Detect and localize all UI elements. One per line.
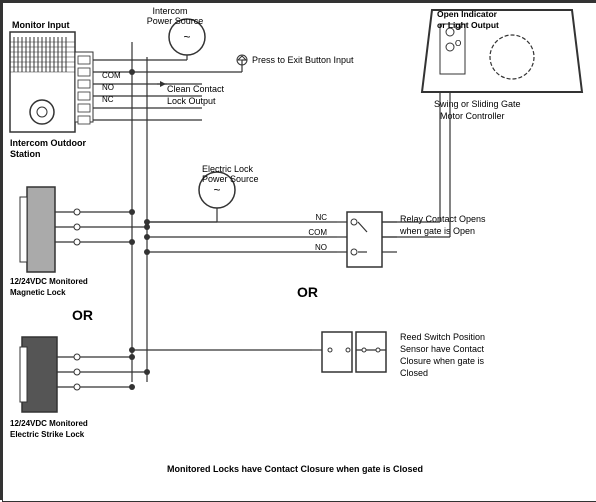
reed-switch-label3: Closure when gate is: [400, 356, 485, 366]
clean-contact-label1: Clean Contact: [167, 84, 225, 94]
intercom-power-symbol: ~: [183, 30, 190, 44]
wiring-diagram: Monitor Input Intercom Outdoor Station ~…: [0, 0, 596, 500]
open-indicator-label1: Open Indicator: [437, 9, 498, 19]
reed-switch-label2: Sensor have Contact: [400, 344, 485, 354]
monitored-locks-label: Monitored Locks have Contact Closure whe…: [167, 464, 423, 474]
no-label: NO: [102, 83, 114, 92]
or-label2: OR: [72, 307, 93, 323]
elec-lock-label1: Electric Lock: [202, 164, 254, 174]
clean-contact-label2: Lock Output: [167, 96, 216, 106]
strike-lock-label1: 12/24VDC Monitored: [10, 419, 88, 428]
mag-lock-label2: Magnetic Lock: [10, 288, 66, 297]
gate-motor-label1: Swing or Sliding Gate: [434, 99, 521, 109]
com-label: COM: [102, 71, 121, 80]
com-relay-label: COM: [308, 228, 327, 237]
press-to-exit-label: Press to Exit Button Input: [252, 55, 354, 65]
reed-switch-label1: Reed Switch Position: [400, 332, 485, 342]
no-relay-label: NO: [315, 243, 327, 252]
reed-switch-label4: Closed: [400, 368, 428, 378]
nc-label: NC: [102, 95, 114, 104]
intercom-power-label2: Power Source: [147, 16, 204, 26]
strike-lock-label2: Electric Strike Lock: [10, 430, 85, 439]
open-indicator-label2: or Light Output: [437, 20, 499, 30]
nc-relay-label: NC: [315, 213, 327, 222]
open-indicator-o2: O: [455, 39, 461, 48]
intercom-power-label1: Intercom: [152, 6, 187, 16]
elec-lock-label2: Power Source: [202, 174, 259, 184]
intercom-outdoor-label: Intercom Outdoor: [10, 138, 86, 148]
elec-lock-power-symbol: ~: [213, 183, 220, 197]
monitor-input-label: Monitor Input: [12, 20, 69, 30]
intercom-outdoor-label2: Station: [10, 149, 41, 159]
mag-lock-label1: 12/24VDC Monitored: [10, 277, 88, 286]
or-label1: OR: [297, 284, 318, 300]
relay-contact-label2: when gate is Open: [399, 226, 475, 236]
